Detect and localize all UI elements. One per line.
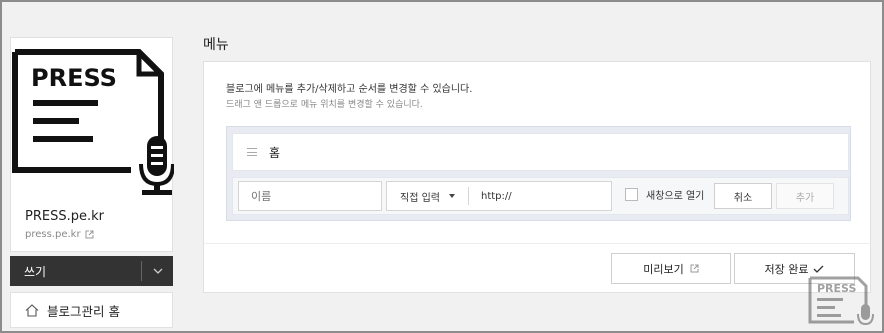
menu-item-home[interactable]: 홈 [232,133,849,171]
logo-text: PRESS [31,64,117,92]
external-link-icon [85,230,94,239]
press-logo[interactable]: PRESS [11,48,174,196]
url-input[interactable] [481,183,611,209]
menu-editor-row: 직접 입력 새창으로 열기 취소 추가 [232,177,849,215]
menu-list: 홈 직접 입력 새창으로 열기 취소 추가 [226,126,851,221]
new-window-label: 새창으로 열기 [646,191,705,202]
menu-link-group: 직접 입력 [386,181,612,211]
new-window-checkbox[interactable] [625,188,638,201]
preview-button[interactable]: 미리보기 [611,253,731,284]
home-icon [25,303,39,317]
sidebar-item-admin-home[interactable]: 블로그관리 홈 [10,292,173,328]
page-title: 메뉴 [203,37,229,53]
write-dropdown-toggle[interactable] [141,261,173,281]
watermark-text: PRESS [817,282,856,295]
add-button[interactable]: 추가 [776,183,834,209]
chevron-down-icon [153,268,162,274]
panel-sub-description: 드래그 앤 드롭으로 메뉴 위치를 변경할 수 있습니다. [226,100,423,110]
sidebar-item-label: 블로그관리 홈 [47,303,120,319]
caret-down-icon [448,194,455,198]
save-label: 저장 완료 [764,262,809,276]
panel-divider [204,243,870,244]
cancel-button[interactable]: 취소 [714,183,772,209]
external-link-icon [690,264,699,273]
press-watermark-logo: PRESS [808,276,874,326]
blog-profile-card: PRESS PRESS.pe.kr press.pe.kr [10,37,174,252]
menu-name-input[interactable] [238,181,382,211]
drag-handle-icon[interactable] [247,148,257,156]
panel-description: 블로그에 메뉴를 추가/삭제하고 순서를 변경할 수 있습니다. [226,84,473,95]
blog-url-text: press.pe.kr [25,229,81,240]
menu-item-label: 홈 [269,145,281,160]
sidebar: PRESS PRESS.pe.kr press.pe.kr 쓰기 블로그관리 홈 [10,37,174,328]
new-window-option[interactable]: 새창으로 열기 [625,187,704,202]
blog-name[interactable]: PRESS.pe.kr [25,209,104,224]
write-label: 쓰기 [24,264,47,279]
preview-label: 미리보기 [643,262,684,276]
blog-url-link[interactable]: press.pe.kr [25,229,94,240]
menu-settings-panel: 블로그에 메뉴를 추가/삭제하고 순서를 변경할 수 있습니다. 드래그 앤 드… [203,61,871,293]
link-type-select[interactable]: 직접 입력 [387,187,469,205]
check-icon [814,265,824,273]
link-type-value: 직접 입력 [400,192,440,204]
write-button[interactable]: 쓰기 [10,256,173,286]
